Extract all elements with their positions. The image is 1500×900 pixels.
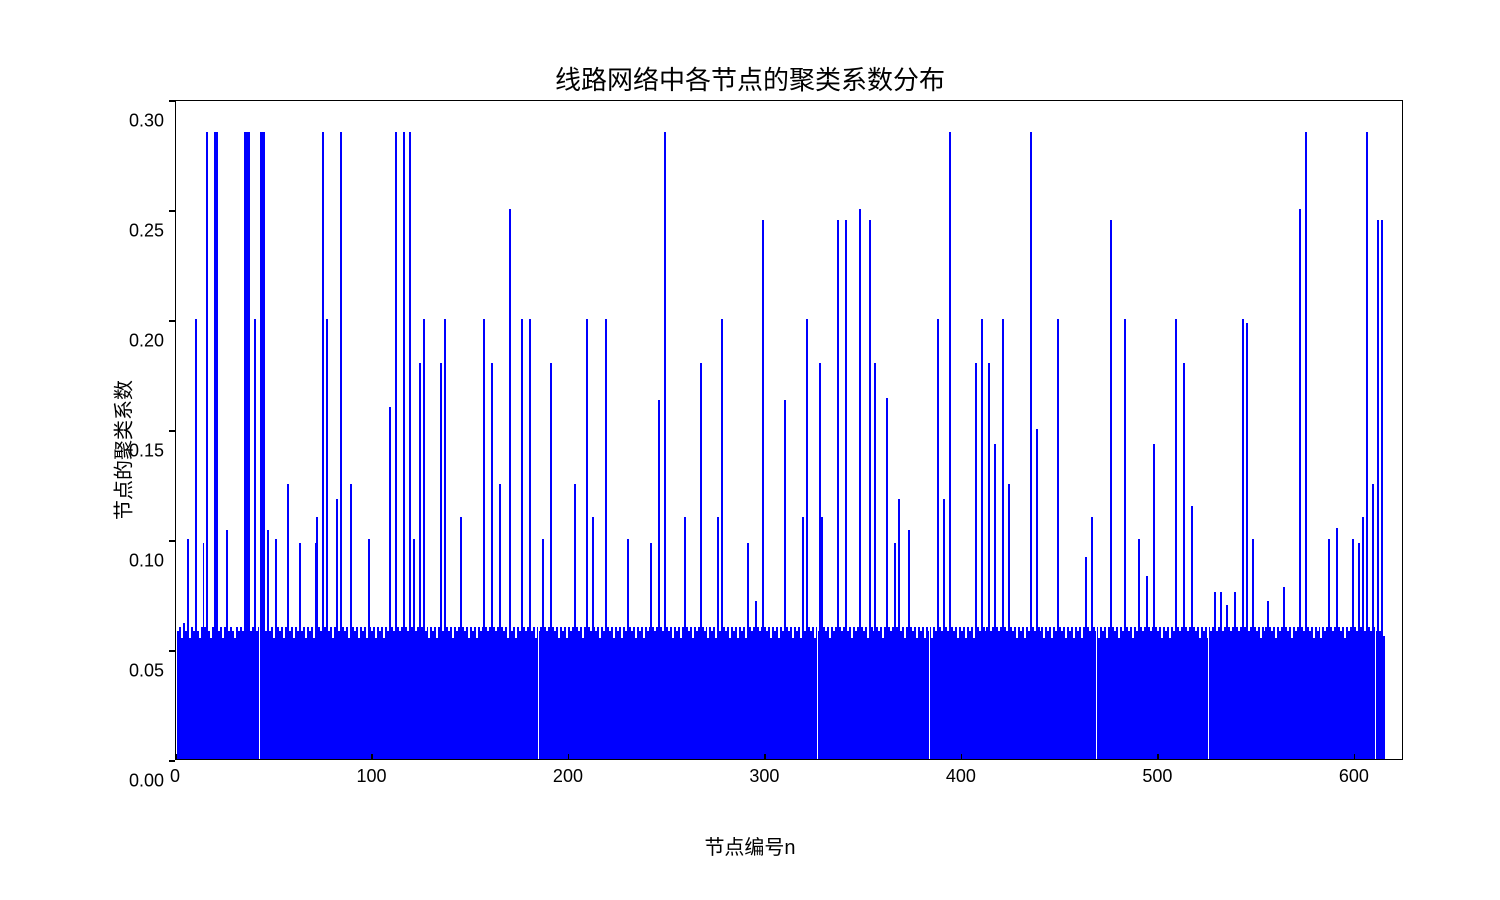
x-tick-mark (175, 754, 177, 760)
y-tick-label: 0.25 (129, 221, 164, 242)
x-tick-mark (568, 754, 570, 760)
y-tick-label: 0.00 (129, 771, 164, 792)
bar (1383, 636, 1385, 759)
x-tick-label: 600 (1339, 766, 1369, 787)
x-tick-mark (1354, 754, 1356, 760)
x-tick-label: 0 (170, 766, 180, 787)
x-tick-mark (764, 754, 766, 760)
figure: 线路网络中各节点的聚类系数分布 节点的聚类系数 0.000.050.100.15… (0, 0, 1500, 900)
y-tick-label: 0.30 (129, 111, 164, 132)
chart-title: 线路网络中各节点的聚类系数分布 (0, 60, 1500, 97)
x-tick-label: 300 (749, 766, 779, 787)
plot-area (175, 100, 1403, 760)
bars-container (176, 101, 1402, 759)
x-tick-label: 100 (356, 766, 386, 787)
y-tick-label: 0.15 (129, 441, 164, 462)
x-axis-label: 节点编号n (0, 831, 1500, 860)
x-tick-label: 400 (946, 766, 976, 787)
y-tick-label: 0.20 (129, 331, 164, 352)
x-tick-label: 200 (553, 766, 583, 787)
x-tick-mark (961, 754, 963, 760)
x-tick-mark (371, 754, 373, 760)
y-tick-label: 0.05 (129, 661, 164, 682)
x-tick-label: 500 (1142, 766, 1172, 787)
y-tick-label: 0.10 (129, 551, 164, 572)
x-tick-mark (1157, 754, 1159, 760)
y-ticks: 0.000.050.100.150.200.250.30 (0, 100, 170, 760)
x-ticks: 0100200300400500600 (175, 760, 1403, 790)
